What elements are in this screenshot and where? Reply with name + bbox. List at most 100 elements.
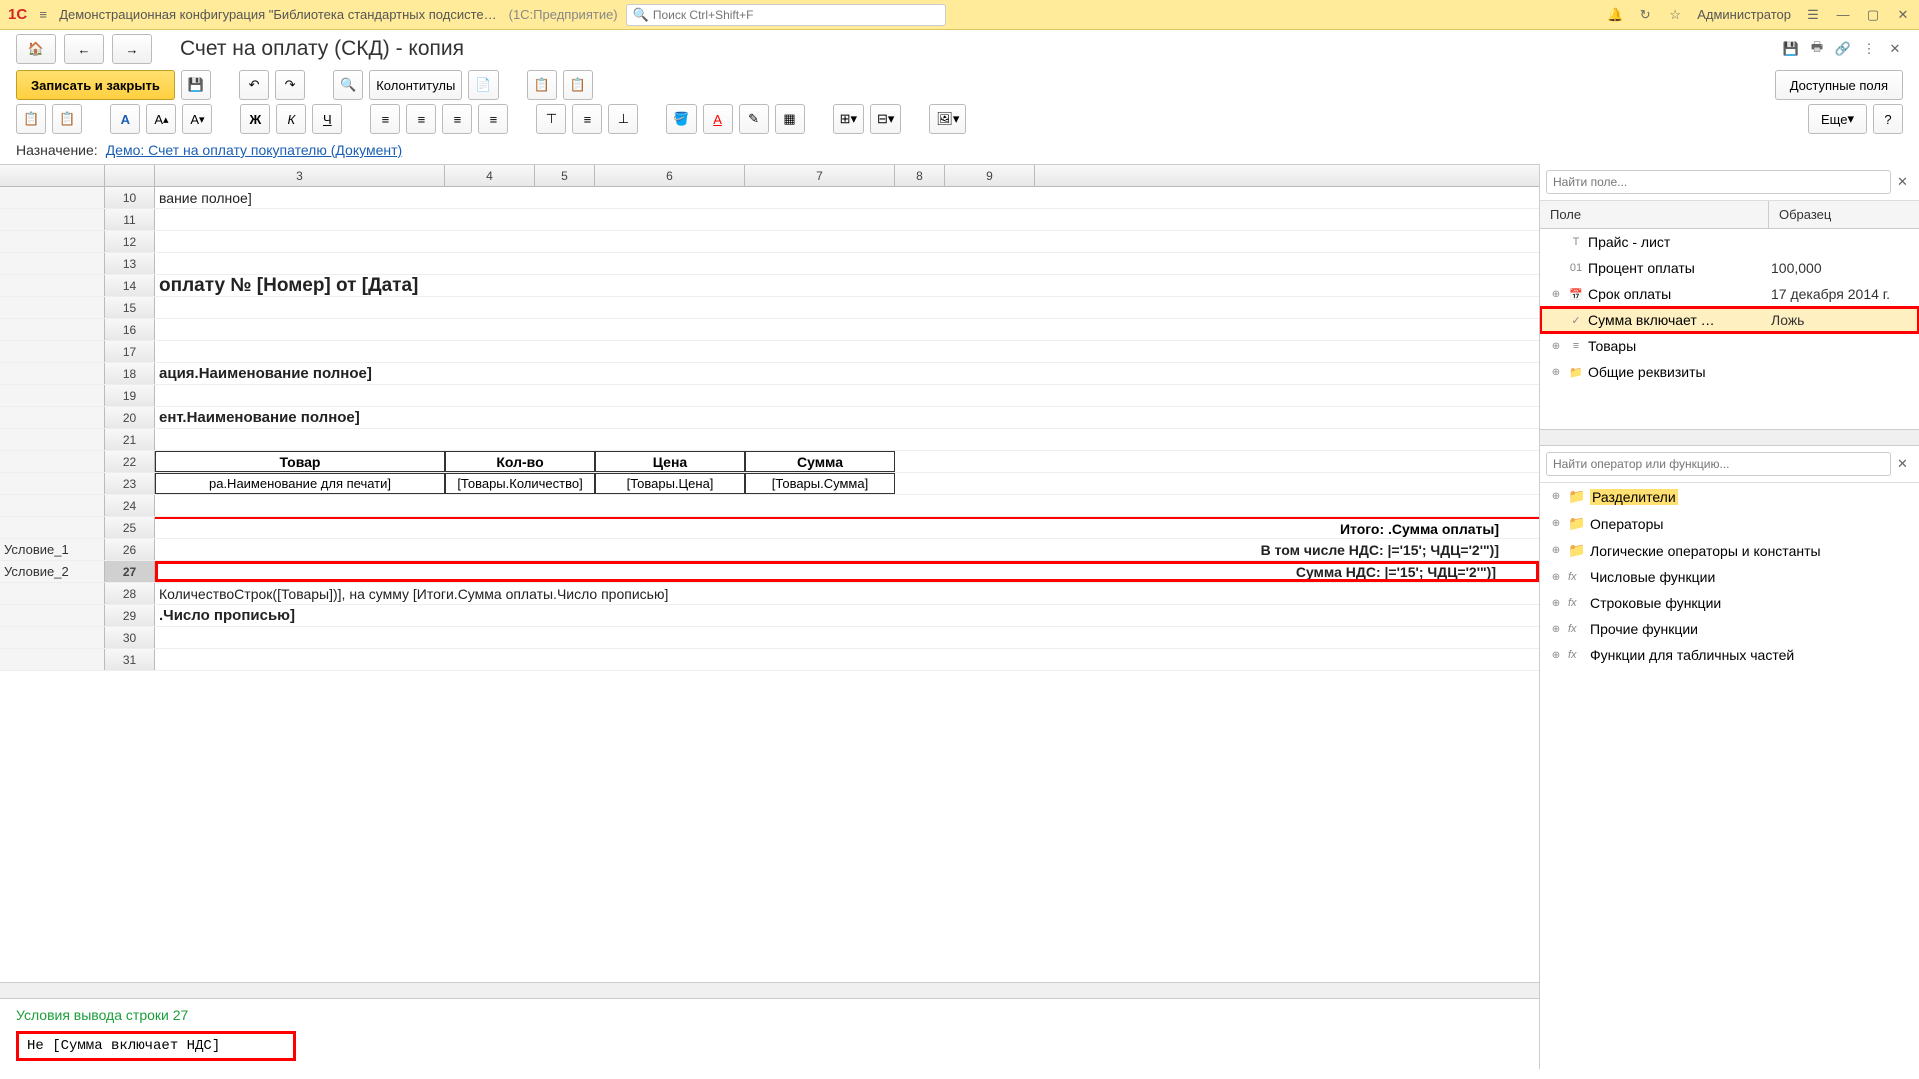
copy-button[interactable]: 📋 xyxy=(527,70,557,100)
row-num[interactable]: 16 xyxy=(105,319,155,340)
font-inc-button[interactable]: A▴ xyxy=(146,104,176,134)
col-head-6[interactable]: 6 xyxy=(595,165,745,186)
op-item[interactable]: ⊕📁Разделители xyxy=(1540,483,1919,510)
field-item[interactable]: ⊕ 📁 Общие реквизиты xyxy=(1540,359,1919,385)
col-head-9[interactable]: 9 xyxy=(945,165,1035,186)
op-item[interactable]: ⊕📁Операторы xyxy=(1540,510,1919,537)
condition-expression[interactable]: Не [Сумма включает НДС] xyxy=(16,1031,296,1061)
split-button[interactable]: ⊟▾ xyxy=(870,104,901,134)
fields-hscroll[interactable] xyxy=(1540,429,1919,445)
align-center-button[interactable]: ≡ xyxy=(406,104,436,134)
table-row[interactable]: 31 xyxy=(0,649,1539,671)
home-button[interactable]: 🏠 xyxy=(16,34,56,64)
font-color-button[interactable]: A xyxy=(110,104,140,134)
history-icon[interactable]: ↻ xyxy=(1637,7,1653,23)
row-num[interactable]: 23 xyxy=(105,473,155,494)
row-num[interactable]: 11 xyxy=(105,209,155,230)
table-row[interactable]: 25 Итого: .Сумма оплаты] xyxy=(0,517,1539,539)
expand-icon[interactable]: ⊕ xyxy=(1548,545,1564,556)
table-row[interactable]: 15 xyxy=(0,297,1539,319)
preview-button[interactable]: 🔍 xyxy=(333,70,363,100)
op-item[interactable]: ⊕fxФункции для табличных частей xyxy=(1540,642,1919,668)
col-head-8[interactable]: 8 xyxy=(895,165,945,186)
save-close-button[interactable]: Записать и закрыть xyxy=(16,70,175,100)
op-item[interactable]: ⊕fxСтроковые функции xyxy=(1540,590,1919,616)
col-head-5[interactable]: 5 xyxy=(535,165,595,186)
minimize-icon[interactable]: — xyxy=(1835,7,1851,23)
global-search[interactable]: 🔍 xyxy=(626,4,946,26)
op-item[interactable]: ⊕fxЧисловые функции xyxy=(1540,564,1919,590)
valign-bot-button[interactable]: ⊥ xyxy=(608,104,638,134)
expand-icon[interactable]: ⊕ xyxy=(1548,518,1564,529)
row-num[interactable]: 19 xyxy=(105,385,155,406)
table-row[interactable]: 24 xyxy=(0,495,1539,517)
page-setup-button[interactable]: 📄 xyxy=(468,70,498,100)
settings-icon[interactable]: ☰ xyxy=(1805,7,1821,23)
text-color-button[interactable]: A xyxy=(703,104,733,134)
table-row[interactable]: 18 ация.Наименование полное] xyxy=(0,363,1539,385)
border-style-button[interactable]: ▦ xyxy=(775,104,805,134)
bell-icon[interactable]: 🔔 xyxy=(1607,7,1623,23)
op-item[interactable]: ⊕fxПрочие функции xyxy=(1540,616,1919,642)
undo-button[interactable]: ↶ xyxy=(239,70,269,100)
search-input[interactable] xyxy=(653,8,939,22)
row-num[interactable]: 31 xyxy=(105,649,155,670)
expand-icon[interactable]: ⊕ xyxy=(1548,572,1564,583)
headers-button[interactable]: Колонтитулы xyxy=(369,70,462,100)
op-search-close-icon[interactable]: ✕ xyxy=(1897,456,1913,472)
row-num[interactable]: 27 xyxy=(105,561,155,582)
help-button[interactable]: ? xyxy=(1873,104,1903,134)
font-group-icon[interactable]: 📋 xyxy=(16,104,46,134)
field-item[interactable]: ✓ Сумма включает … Ложь xyxy=(1540,307,1919,333)
star-icon[interactable]: ☆ xyxy=(1667,7,1683,23)
table-row[interactable]: 12 xyxy=(0,231,1539,253)
maximize-icon[interactable]: ▢ xyxy=(1865,7,1881,23)
col-head-4[interactable]: 4 xyxy=(445,165,535,186)
sheet-body[interactable]: 10 вание полное] 11 12 13 14 оплату № [Н… xyxy=(0,187,1539,982)
valign-mid-button[interactable]: ≡ xyxy=(572,104,602,134)
table-row[interactable]: 19 xyxy=(0,385,1539,407)
bold-button[interactable]: Ж xyxy=(240,104,270,134)
picture-button[interactable]: 🖼▾ xyxy=(929,104,966,134)
forward-button[interactable]: → xyxy=(112,34,152,64)
table-row[interactable]: 10 вание полное] xyxy=(0,187,1539,209)
close-tab-icon[interactable]: ✕ xyxy=(1887,41,1903,57)
more-button[interactable]: Еще ▾ xyxy=(1808,104,1867,134)
link-icon[interactable]: 🔗 xyxy=(1835,41,1851,57)
row-num[interactable]: 14 xyxy=(105,275,155,296)
italic-button[interactable]: К xyxy=(276,104,306,134)
row-num[interactable]: 18 xyxy=(105,363,155,384)
border-color-button[interactable]: ✎ xyxy=(739,104,769,134)
table-row[interactable]: 22 Товар Кол-во Цена Сумма xyxy=(0,451,1539,473)
fill-color-button[interactable]: 🪣 xyxy=(666,104,696,134)
row-num[interactable]: 30 xyxy=(105,627,155,648)
col-head-3[interactable]: 3 xyxy=(155,165,445,186)
row-num[interactable]: 22 xyxy=(105,451,155,472)
ops-list[interactable]: ⊕📁Разделители⊕📁Операторы⊕📁Логические опе… xyxy=(1540,483,1919,668)
fields-list[interactable]: T Прайс - лист 01 Процент оплаты 100,000… xyxy=(1540,229,1919,429)
field-item[interactable]: T Прайс - лист xyxy=(1540,229,1919,255)
row-num[interactable]: 12 xyxy=(105,231,155,252)
row-num[interactable]: 15 xyxy=(105,297,155,318)
valign-top-button[interactable]: ⊤ xyxy=(536,104,566,134)
menu-icon[interactable]: ≡ xyxy=(35,7,51,23)
horizontal-scrollbar[interactable] xyxy=(0,982,1539,998)
row-num[interactable]: 28 xyxy=(105,583,155,604)
expand-icon[interactable]: ⊕ xyxy=(1548,341,1564,352)
table-row[interactable]: 28 КоличествоСтрок([Товары])], на сумму … xyxy=(0,583,1539,605)
font-dec-button[interactable]: A▾ xyxy=(182,104,212,134)
expand-icon[interactable]: ⊕ xyxy=(1548,598,1564,609)
align-right-button[interactable]: ≡ xyxy=(442,104,472,134)
available-fields-button[interactable]: Доступные поля xyxy=(1775,70,1903,100)
expand-icon[interactable]: ⊕ xyxy=(1548,367,1564,378)
row-num[interactable]: 10 xyxy=(105,187,155,208)
row-num[interactable]: 25 xyxy=(105,517,155,538)
table-row[interactable]: 16 xyxy=(0,319,1539,341)
field-search-input[interactable] xyxy=(1546,170,1891,194)
expand-icon[interactable]: ⊕ xyxy=(1548,491,1564,502)
table-row[interactable]: 29 .Число прописью] xyxy=(0,605,1539,627)
row-num[interactable]: 20 xyxy=(105,407,155,428)
table-row[interactable]: Условие_1 26 В том числе НДС: |='15'; ЧД… xyxy=(0,539,1539,561)
user-label[interactable]: Администратор xyxy=(1697,7,1791,22)
op-search-input[interactable] xyxy=(1546,452,1891,476)
